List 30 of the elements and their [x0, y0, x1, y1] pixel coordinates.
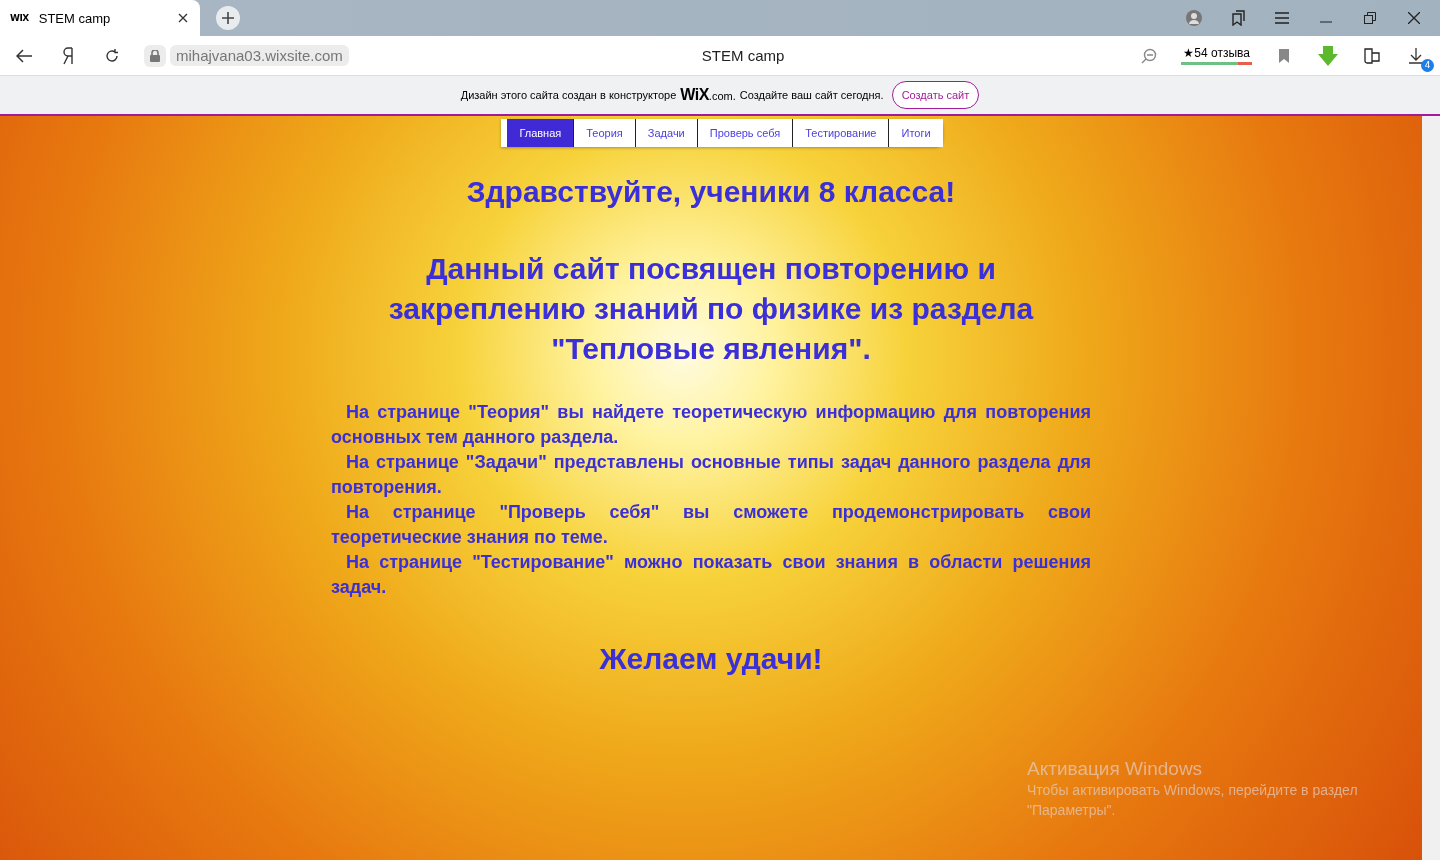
plus-icon [222, 12, 234, 24]
nav-tab[interactable]: Главная [507, 119, 575, 147]
tab-title: STEM camp [38, 10, 112, 26]
nav-tab[interactable]: Итоги [889, 119, 943, 147]
activation-title: Активация Windows [1027, 758, 1204, 780]
info-paragraph: На странице "Тестирование" можно показать свои знания в области решения задач. [331, 551, 1091, 599]
banner-domain: .com. [708, 90, 736, 102]
intro-heading: Данный сайт посвящен повторению и закреплению знаний по физике из раздела "Тепловые явления". [387, 251, 1035, 367]
banner-text: Дизайн этого сайта создан в конструкторе [460, 89, 677, 101]
lock-icon [144, 44, 166, 67]
info-paragraph: На странице "Проверь себя" вы сможете продемонстрировать свои теоретические знания по теме. [331, 501, 1091, 549]
nav-tab[interactable]: Проверь себя [697, 119, 794, 147]
info-paragraph: На странице "Теория" вы найдете теоретическую информацию для повторения основных тем данного раздела. [331, 401, 1091, 449]
page-title: STEM camp [700, 47, 786, 64]
closing-heading: Желаем удачи! [599, 641, 823, 677]
banner-text: Создайте ваш сайт сегодня. [739, 89, 884, 101]
nav-tab[interactable]: Задачи [635, 119, 698, 147]
site-favicon: WIX [10, 13, 29, 23]
nav-tab[interactable]: Теория [574, 119, 636, 147]
downloads-count: 4 [1421, 58, 1434, 72]
greeting-heading: Здравствуйте, ученики 8 класса! [466, 174, 956, 210]
browser-tab[interactable]: WIX STEM camp [0, 0, 200, 36]
info-paragraph: На странице "Задачи" представлены основные типы задач данного раздела для повторения. [331, 451, 1091, 499]
create-site-button[interactable]: Создать сайт [891, 81, 980, 109]
new-tab-button[interactable] [216, 6, 240, 30]
reviews-link[interactable]: ★54 отзыва [1181, 46, 1252, 65]
activation-text: Чтобы активировать Windows, перейдите в раздел "Параметры". [1027, 781, 1359, 820]
address-field[interactable]: mihajvana03.wixsite.com [170, 45, 349, 66]
wix-logo: WiX [680, 86, 709, 104]
nav-tab[interactable]: Тестирование [793, 119, 890, 147]
